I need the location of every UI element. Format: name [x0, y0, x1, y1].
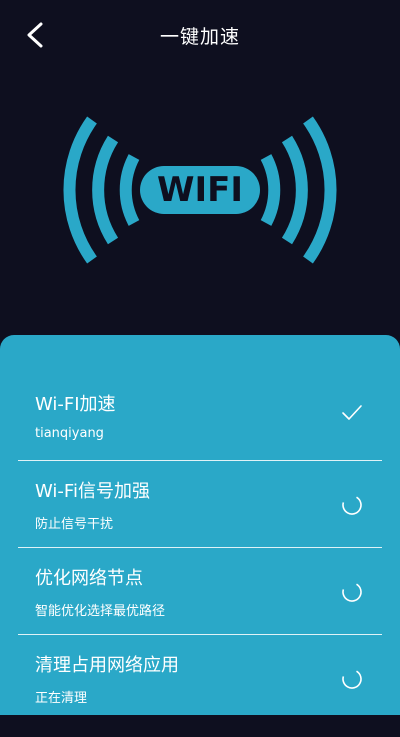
loading-spinner-icon — [342, 582, 362, 602]
page-title: 一键加速 — [159, 26, 240, 48]
item-title: Wi-FI加速 — [35, 394, 116, 415]
status-indicator — [340, 400, 364, 424]
check-icon — [342, 405, 362, 420]
wifi-label: WIFI — [157, 170, 243, 210]
list-item-clean-apps[interactable]: 清理占用网络应用 正在清理 — [0, 651, 400, 737]
wifi-emblem-icon: WIFI — [63, 116, 337, 264]
divider — [18, 634, 382, 635]
status-indicator — [340, 580, 364, 604]
status-indicator — [340, 667, 364, 691]
wifi-illustration: WIFI — [0, 95, 400, 295]
acceleration-panel: Wi-FI加速 tianqiyang Wi-Fi信号加强 防止信号干扰 优化网络… — [0, 335, 400, 715]
item-title: Wi-Fi信号加强 — [35, 481, 150, 502]
divider — [18, 460, 382, 461]
top-bar: 一键加速 — [0, 0, 400, 70]
list-item-wifi-boost[interactable]: Wi-FI加速 tianqiyang — [0, 390, 400, 476]
item-title: 优化网络节点 — [35, 568, 143, 589]
loading-spinner-icon — [342, 669, 362, 689]
list-item-signal-boost[interactable]: Wi-Fi信号加强 防止信号干扰 — [0, 477, 400, 563]
divider — [18, 547, 382, 548]
loading-spinner-icon — [342, 495, 362, 515]
item-subtitle: 正在清理 — [35, 691, 88, 706]
status-indicator — [340, 493, 364, 517]
item-title: 清理占用网络应用 — [35, 655, 179, 676]
item-subtitle: 防止信号干扰 — [35, 517, 114, 532]
list-item-optimize-nodes[interactable]: 优化网络节点 智能优化选择最优路径 — [0, 564, 400, 650]
item-subtitle: 智能优化选择最优路径 — [35, 604, 166, 619]
item-subtitle: tianqiyang — [35, 426, 104, 441]
